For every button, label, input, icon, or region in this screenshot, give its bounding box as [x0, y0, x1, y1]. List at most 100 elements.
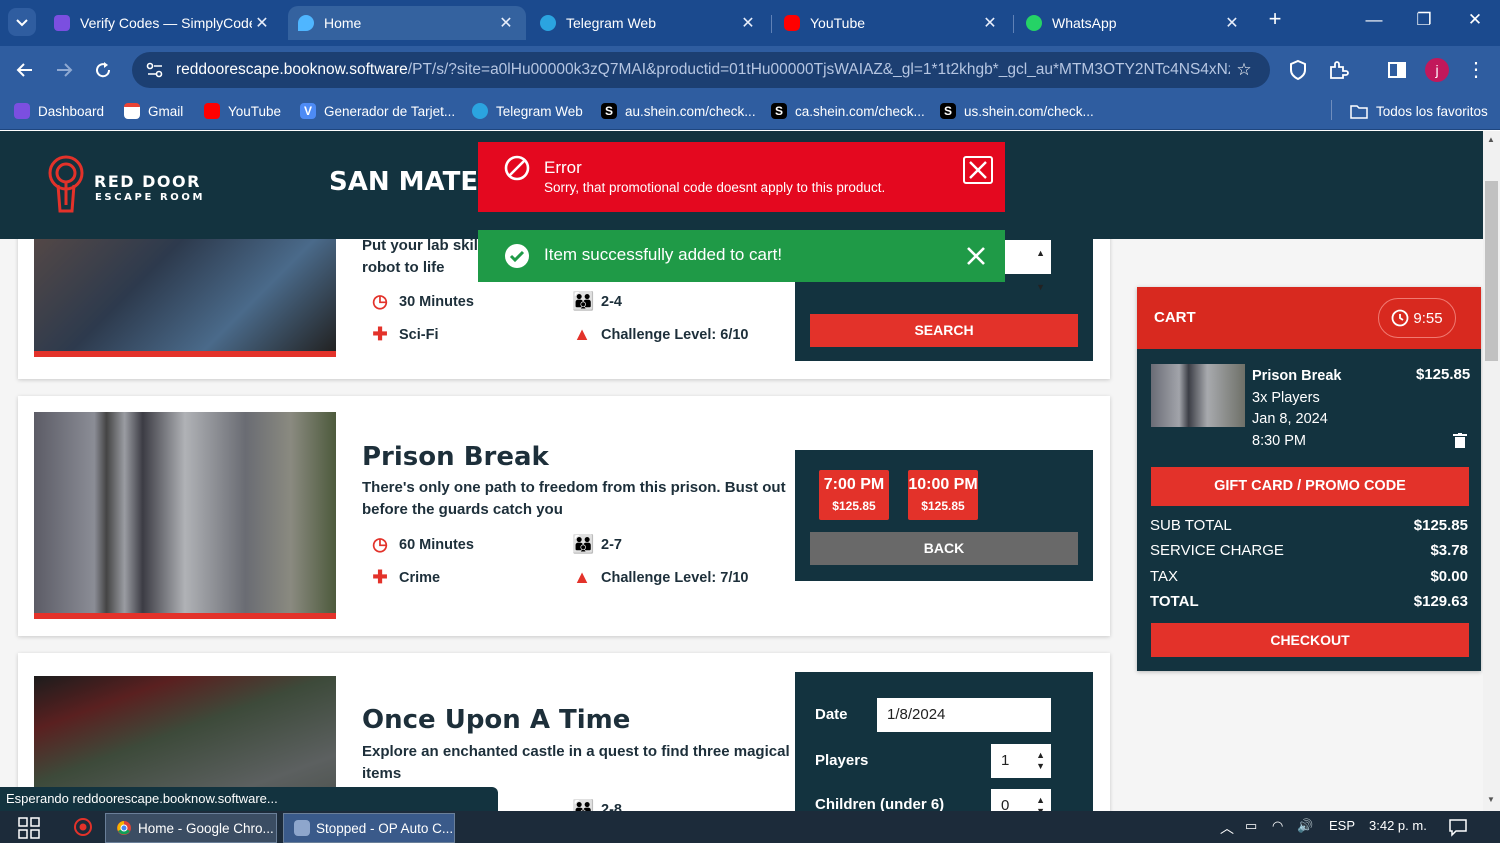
bookmark-gmail[interactable]: Gmail: [124, 100, 183, 122]
close-icon[interactable]: ✕: [738, 13, 758, 33]
room-players: 👪 2-4: [572, 291, 622, 311]
tab-home[interactable]: Home ✕: [288, 6, 526, 40]
restore-button[interactable]: ❐: [1404, 10, 1444, 30]
clock[interactable]: 3:42 p. m.: [1369, 818, 1427, 833]
booknow-icon: [298, 15, 314, 31]
cart-header: CART 9:55: [1137, 287, 1481, 349]
promo-code-button[interactable]: GIFT CARD / PROMO CODE: [1151, 467, 1469, 506]
close-icon[interactable]: ✕: [1222, 13, 1242, 33]
delete-item-button[interactable]: [1453, 433, 1467, 449]
tab-telegram[interactable]: Telegram Web ✕: [530, 6, 768, 40]
group-icon: 👪: [572, 291, 595, 311]
booking-panel: 7:00 PM $125.85 10:00 PM $125.85 BACK: [795, 450, 1093, 581]
tab-separator: [1013, 15, 1014, 33]
bookmark-us-shein[interactable]: Sus.shein.com/check...: [940, 100, 1094, 122]
room-photo: [34, 412, 336, 619]
stepper-arrows-icon: ▲ ▼: [1036, 795, 1045, 811]
time-slot[interactable]: 7:00 PM $125.85: [819, 470, 889, 520]
status-bubble: Esperando reddoorescape.booknow.software…: [0, 787, 498, 811]
bookmark-star-icon[interactable]: ☆: [1232, 58, 1256, 82]
volume-icon[interactable]: 🔊: [1297, 818, 1313, 834]
room-title: Prison Break: [362, 442, 549, 472]
profile-avatar[interactable]: j: [1425, 58, 1449, 82]
start-button[interactable]: [18, 817, 40, 839]
wifi-icon[interactable]: ◠: [1272, 818, 1283, 834]
group-icon: 👪: [572, 534, 595, 554]
minimize-button[interactable]: —: [1354, 10, 1394, 30]
telegram-icon: [472, 103, 488, 119]
checkout-button[interactable]: CHECKOUT: [1151, 623, 1469, 657]
room-genre: ✚ Sci-Fi: [370, 324, 438, 345]
shield-extension-icon[interactable]: [1286, 58, 1310, 82]
clock-icon: [1391, 309, 1409, 327]
bookmark-ca-shein[interactable]: Sca.shein.com/check...: [771, 100, 925, 122]
battery-icon[interactable]: ▭: [1245, 818, 1257, 834]
tab-verify-codes[interactable]: Verify Codes — SimplyCodes ✕: [44, 6, 282, 40]
mountain-icon: ▲: [573, 567, 591, 587]
url-path: /PT/s/?site=a0lHu00000k3zQ7MAI&productid…: [407, 61, 1230, 78]
gmail-icon: [124, 103, 140, 119]
tab-search-button[interactable]: [8, 8, 36, 36]
web-page: Put your lab skills robot to life ◷ 30 Min…: [0, 131, 1483, 811]
bookmark-telegram[interactable]: Telegram Web: [472, 100, 583, 122]
address-bar[interactable]: reddoorescape.booknow.software/PT/s/?sit…: [132, 52, 1270, 88]
arrow-left-icon: [16, 63, 32, 77]
search-button[interactable]: SEARCH: [810, 314, 1078, 347]
success-toast: Item successfully added to cart!: [478, 230, 1005, 282]
new-tab-button[interactable]: +: [1255, 6, 1295, 32]
kebab-menu-icon[interactable]: ⋮: [1464, 58, 1488, 82]
error-message: Sorry, that promotional code doesnt appl…: [544, 180, 886, 195]
cart-title: CART: [1154, 309, 1196, 326]
simplycodes-icon: [14, 103, 30, 119]
notification-center-button[interactable]: [1448, 817, 1468, 837]
close-icon[interactable]: ✕: [980, 13, 1000, 33]
red-door-logo[interactable]: [48, 155, 84, 213]
bookmark-dashboard[interactable]: Dashboard: [14, 100, 104, 122]
taskbar-app-chrome[interactable]: Home - Google Chro...: [105, 813, 277, 843]
tab-whatsapp[interactable]: WhatsApp ✕: [1016, 6, 1252, 40]
vertical-scrollbar[interactable]: ▲ ▼: [1483, 131, 1500, 811]
tray-overflow-chevron-icon[interactable]: ︿: [1220, 818, 1234, 838]
puzzle-icon: ✚: [372, 324, 388, 344]
extensions-puzzle-icon[interactable]: [1326, 58, 1350, 82]
cart-panel: CART 9:55 Prison Break 3x Players Jan 8,…: [1137, 287, 1481, 671]
players-label: Players: [815, 752, 869, 769]
window-close-button[interactable]: ✕: [1455, 10, 1495, 30]
success-close-button[interactable]: [964, 244, 988, 268]
children-stepper[interactable]: 0 ▲ ▼: [991, 789, 1051, 811]
simplycodes-icon: [54, 15, 70, 31]
scrollbar-thumb[interactable]: [1485, 181, 1498, 361]
forward-button[interactable]: [51, 57, 77, 83]
tax-row: TAX $0.00: [1150, 568, 1468, 585]
clock-icon: ◷: [372, 291, 388, 311]
error-close-button[interactable]: [963, 156, 993, 184]
room-desc: There's only one path to freedom from th…: [362, 479, 786, 518]
close-icon[interactable]: ✕: [252, 13, 272, 33]
total-row: TOTAL $129.63: [1150, 593, 1468, 610]
tab-youtube[interactable]: YouTube ✕: [774, 6, 1010, 40]
side-panel-icon[interactable]: [1385, 58, 1409, 82]
back-button[interactable]: [12, 57, 38, 83]
all-bookmarks-folder[interactable]: Todos los favoritos: [1350, 100, 1488, 122]
service-charge-row: SERVICE CHARGE $3.78: [1150, 542, 1468, 559]
clock-icon: ◷: [372, 534, 388, 554]
bookmark-generador[interactable]: V Generador de Tarjet...: [300, 100, 455, 122]
cart-item-details: Prison Break 3x Players Jan 8, 2024 8:30…: [1252, 368, 1342, 449]
mountain-icon: ▲: [573, 324, 591, 344]
players-stepper[interactable]: 1 ▲ ▼: [991, 744, 1051, 778]
arrow-right-icon: [57, 63, 73, 77]
booking-panel: Date 1/8/2024 Players 1 ▲ ▼ Children (und…: [795, 672, 1093, 811]
bookmark-youtube[interactable]: YouTube: [204, 100, 281, 122]
app-icon: [294, 820, 310, 836]
reload-button[interactable]: [90, 57, 116, 83]
language-indicator[interactable]: ESP: [1329, 818, 1355, 833]
notification-icon: [1449, 819, 1467, 837]
taskbar-app-op-auto[interactable]: Stopped - OP Auto C...: [283, 813, 455, 843]
back-button[interactable]: BACK: [810, 532, 1078, 565]
close-icon[interactable]: ✕: [496, 13, 516, 33]
recorder-app-icon[interactable]: [73, 817, 93, 837]
time-slot[interactable]: 10:00 PM $125.85: [908, 470, 978, 520]
date-input[interactable]: 1/8/2024: [877, 698, 1051, 732]
bookmark-au-shein[interactable]: Sau.shein.com/check...: [601, 100, 756, 122]
group-icon: 👪: [572, 799, 595, 811]
